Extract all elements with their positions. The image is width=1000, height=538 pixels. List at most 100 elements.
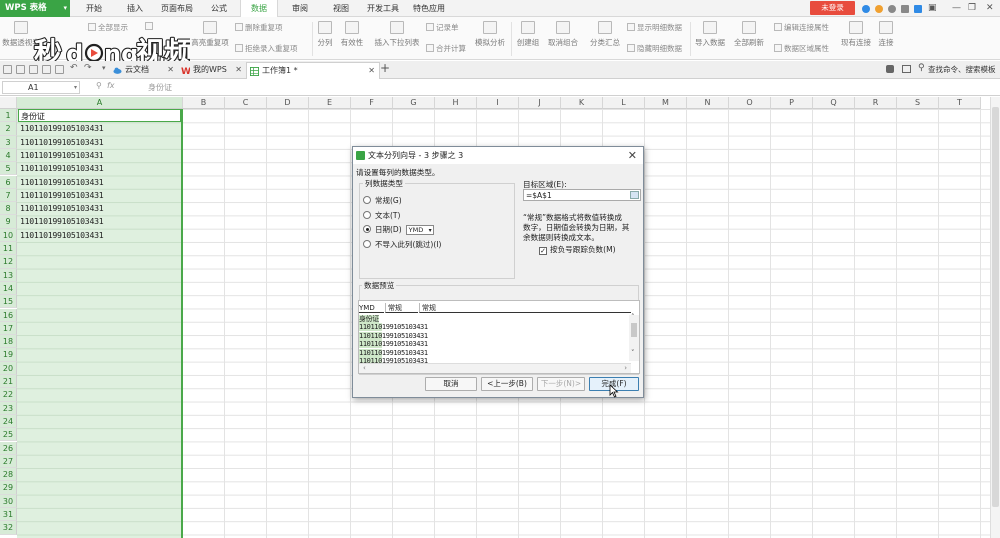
validity-button[interactable]: 有效性 <box>338 21 366 48</box>
close-icon[interactable]: ✕ <box>986 0 994 17</box>
row-header[interactable]: 32 <box>0 521 17 535</box>
app-menu-button[interactable]: WPS 表格 ▾ <box>0 0 70 17</box>
login-button[interactable]: 未登录 <box>810 1 855 15</box>
negative-checkbox[interactable]: ✓ 按负号跟踪负数(M) <box>539 244 616 255</box>
column-header-P[interactable]: P <box>771 97 813 109</box>
row-header[interactable]: 14 <box>0 281 17 296</box>
close-icon[interactable]: ✕ <box>628 147 637 164</box>
active-cell-A1[interactable]: 身份证 <box>18 109 181 122</box>
name-box[interactable]: A1 ▾ <box>2 81 80 94</box>
row-header[interactable]: 27 <box>0 454 17 469</box>
row-header[interactable]: 21 <box>0 375 17 389</box>
cell-A7[interactable]: 110110199105103431 <box>20 189 104 202</box>
row-header[interactable]: 20 <box>0 361 17 375</box>
cell-A2[interactable]: 110110199105103431 <box>20 122 104 135</box>
target-area-input[interactable]: =$A$1 <box>523 189 641 201</box>
row-header[interactable]: 15 <box>0 295 17 309</box>
scroll-thumb[interactable] <box>992 107 999 507</box>
subtotal-button[interactable]: 分类汇总 <box>587 21 623 48</box>
import-data-button[interactable]: 导入数据 <box>693 21 727 48</box>
preview-col-header[interactable]: 常规 <box>385 303 418 313</box>
column-header-T[interactable]: T <box>939 97 981 109</box>
ungroup-button[interactable]: 取消组合 <box>545 21 581 48</box>
menu-developer[interactable]: 开发工具 <box>367 0 399 17</box>
data-preview[interactable]: YMD 常规 常规 身份证 110110199105103431 110110199… <box>358 300 640 374</box>
row-header[interactable]: 17 <box>0 321 17 336</box>
row-header[interactable]: 11 <box>0 242 17 256</box>
redo-icon[interactable]: ↷ <box>84 63 92 73</box>
back-button[interactable]: <上一步(B) <box>481 377 533 391</box>
menu-special[interactable]: 特色应用 <box>413 0 445 17</box>
copy-icon[interactable] <box>55 65 64 74</box>
preview-col-header[interactable]: YMD <box>359 303 384 313</box>
menu-review[interactable]: 审阅 <box>292 0 308 17</box>
highlight-duplicates-button[interactable]: 高亮重复项 <box>188 21 232 48</box>
close-tab-icon[interactable]: ✕ <box>368 63 375 79</box>
cell-A10[interactable]: 110110199105103431 <box>20 229 104 242</box>
zoom-icon[interactable]: ⚲ <box>96 81 102 90</box>
row-header[interactable]: 23 <box>0 401 17 415</box>
cell-A8[interactable]: 110110199105103431 <box>20 202 104 215</box>
restore-layout-icon[interactable]: ▣ <box>928 0 937 17</box>
help-icon[interactable] <box>914 4 922 13</box>
scroll-thumb[interactable] <box>631 323 637 337</box>
column-header-R[interactable]: R <box>855 97 897 109</box>
column-header-E[interactable]: E <box>309 97 351 109</box>
cancel-button[interactable]: 取消 <box>425 377 477 391</box>
row-header[interactable]: 5 <box>0 162 17 176</box>
skin-switch-icon[interactable] <box>886 65 894 73</box>
menu-view[interactable]: 视图 <box>333 0 349 17</box>
chevron-left-icon[interactable]: ‹ <box>363 364 366 372</box>
skin-icon[interactable] <box>875 4 883 13</box>
row-header[interactable]: 28 <box>0 468 17 482</box>
radio-general[interactable]: 常规(G) <box>363 195 402 206</box>
row-header[interactable]: 3 <box>0 135 17 149</box>
minimize-icon[interactable]: — <box>952 0 961 17</box>
undo-icon[interactable]: ↶ <box>70 63 78 73</box>
cell-A3[interactable]: 110110199105103431 <box>20 136 104 149</box>
split-column-button[interactable]: 分列 <box>314 21 336 48</box>
save-icon[interactable] <box>3 65 12 74</box>
search-command-box[interactable]: 查找命令、搜索模板 <box>928 61 996 79</box>
tab-workbook[interactable]: 工作簿1 * ✕ <box>246 62 380 79</box>
column-header-M[interactable]: M <box>645 97 687 109</box>
export-icon[interactable] <box>42 65 51 74</box>
row-header[interactable]: 29 <box>0 481 17 495</box>
preview-icon[interactable] <box>29 65 38 74</box>
cell-A4[interactable]: 110110199105103431 <box>20 149 104 162</box>
row-header[interactable]: 24 <box>0 414 17 429</box>
more-icon[interactable]: ▾ <box>102 64 106 72</box>
column-header-Q[interactable]: Q <box>813 97 855 109</box>
cell-A5[interactable]: 110110199105103431 <box>20 162 104 175</box>
chevron-right-icon[interactable]: › <box>624 364 627 372</box>
column-header-N[interactable]: N <box>687 97 729 109</box>
row-header[interactable]: 16 <box>0 308 17 322</box>
radio-text[interactable]: 文本(T) <box>363 210 400 221</box>
connect-button[interactable]: 连接 <box>876 21 896 48</box>
row-header[interactable]: 19 <box>0 348 17 362</box>
menu-home[interactable]: 开始 <box>86 0 102 17</box>
column-header-C[interactable]: C <box>225 97 267 109</box>
chevron-down-icon[interactable]: ˅ <box>631 349 635 357</box>
column-header-H[interactable]: H <box>435 97 477 109</box>
cell-A6[interactable]: 110110199105103431 <box>20 176 104 189</box>
column-header-D[interactable]: D <box>267 97 309 109</box>
maximize-icon[interactable]: ❐ <box>968 0 976 17</box>
row-header[interactable]: 12 <box>0 255 17 269</box>
vertical-scrollbar[interactable] <box>990 97 1000 538</box>
create-group-button[interactable]: 创建组 <box>515 21 541 48</box>
data-range-props-button[interactable]: 数据区域属性 <box>774 43 829 54</box>
column-header-S[interactable]: S <box>897 97 939 109</box>
existing-connections-button[interactable]: 现有连接 <box>839 21 873 48</box>
share-icon[interactable] <box>901 4 909 13</box>
row-header[interactable]: 7 <box>0 188 17 203</box>
print-icon[interactable] <box>16 65 25 74</box>
row-header[interactable]: 10 <box>0 228 17 242</box>
select-all-corner[interactable] <box>0 97 17 109</box>
column-header-I[interactable]: I <box>477 97 519 109</box>
radio-date[interactable]: 日期(D) YMD ▾ <box>363 224 434 235</box>
close-tab-icon[interactable]: ✕ <box>167 62 174 78</box>
row-header[interactable]: 25 <box>0 428 17 442</box>
row-header[interactable]: 30 <box>0 494 17 508</box>
row-header[interactable]: 26 <box>0 441 17 455</box>
